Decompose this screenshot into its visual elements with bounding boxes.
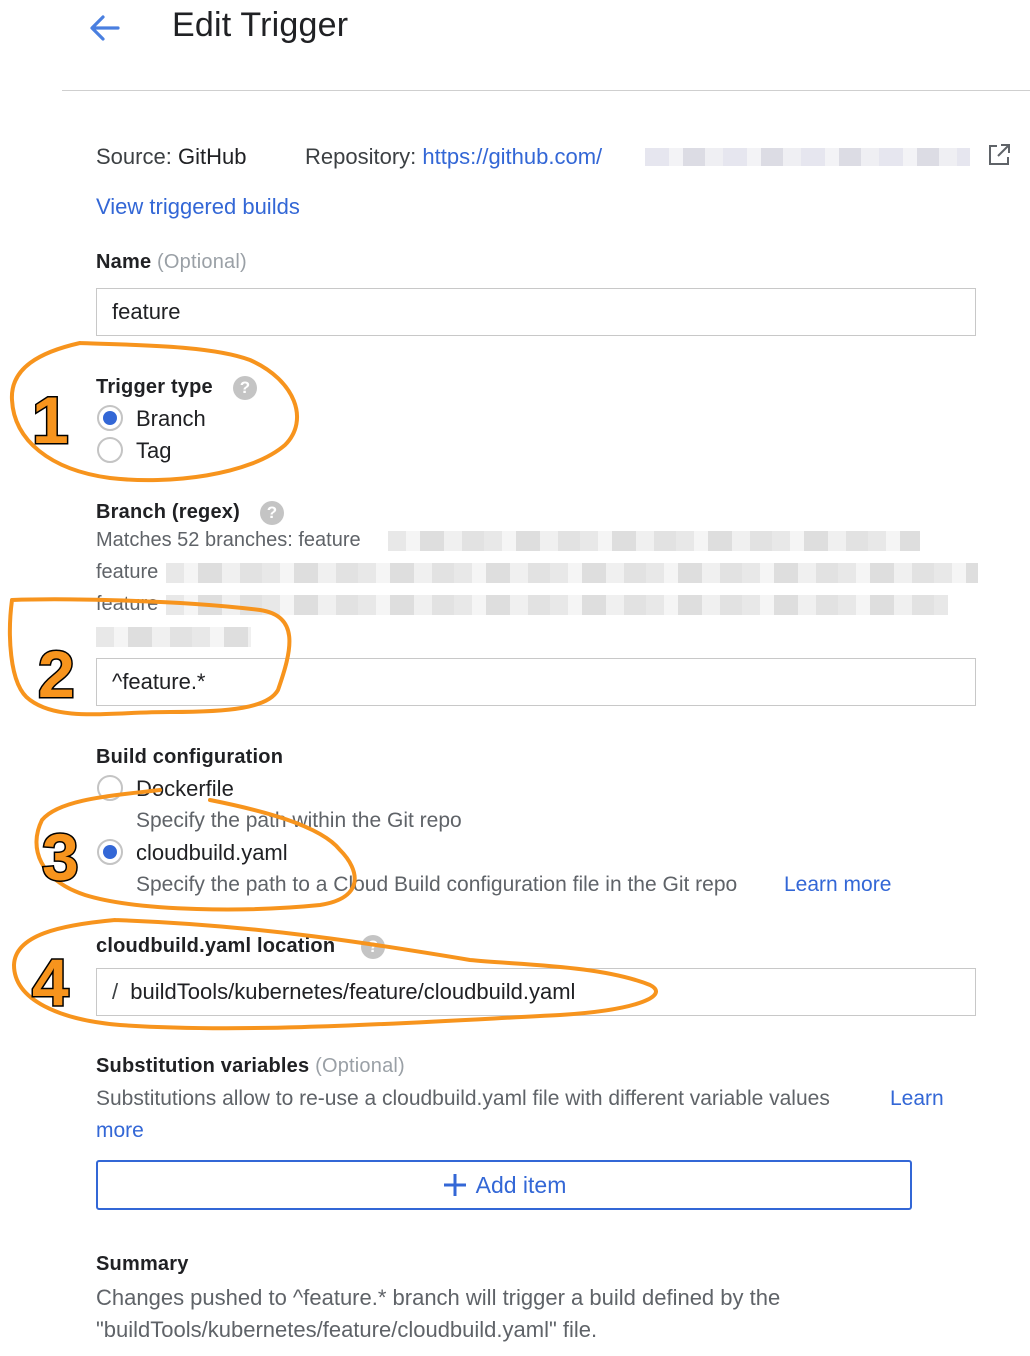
annotation-number-3: 3 xyxy=(42,820,79,894)
substitution-description: Substitutions allow to re-use a cloudbui… xyxy=(96,1087,830,1110)
back-button[interactable] xyxy=(84,10,124,46)
annotation-number-1: 1 xyxy=(32,383,69,457)
add-item-label: Add item xyxy=(475,1171,567,1198)
page-title: Edit Trigger xyxy=(172,6,349,44)
name-label: Name (Optional) xyxy=(96,251,247,274)
annotation-number-4: 4 xyxy=(32,945,69,1019)
cloudbuild-location-value: buildTools/kubernetes/feature/cloudbuild… xyxy=(130,979,576,1004)
open-in-new-icon xyxy=(989,144,1010,165)
source-label: Source: xyxy=(96,144,172,169)
summary-label: Summary xyxy=(96,1253,189,1275)
add-item-button[interactable]: Add item xyxy=(96,1160,912,1210)
open-external-button[interactable] xyxy=(986,142,1012,168)
substitution-optional: (Optional) xyxy=(315,1055,405,1077)
plus-icon xyxy=(443,1174,466,1196)
cloudbuild-location-input[interactable]: / buildTools/kubernetes/feature/cloudbui… xyxy=(96,968,976,1016)
cloudbuild-radio[interactable] xyxy=(97,839,123,865)
build-config-label: Build configuration xyxy=(96,746,284,768)
view-triggered-builds-link[interactable]: View triggered builds xyxy=(96,194,300,220)
branch-regex-label: Branch (regex) xyxy=(96,501,240,523)
branch-regex-help-icon[interactable]: ? xyxy=(260,501,284,525)
cloudbuild-description: Specify the path to a Cloud Build config… xyxy=(136,873,738,896)
name-label-text: Name xyxy=(96,251,152,273)
substitution-more-link[interactable]: more xyxy=(96,1119,144,1143)
substitution-learn-link[interactable]: Learn xyxy=(890,1087,944,1111)
repository-link[interactable]: https://github.com/ xyxy=(422,144,602,169)
header-divider xyxy=(62,90,1030,91)
redacted-branches-2 xyxy=(166,563,978,583)
branch-radio-label: Branch xyxy=(136,406,206,431)
source-info: Source: GitHub xyxy=(96,144,246,170)
name-optional: (Optional) xyxy=(157,251,247,273)
branch-radio[interactable] xyxy=(97,405,123,431)
cloudbuild-location-label: cloudbuild.yaml location xyxy=(96,935,336,957)
path-prefix: / xyxy=(112,979,119,1004)
branch-line-3: feature xyxy=(96,593,159,615)
cloudbuild-radio-label: cloudbuild.yaml xyxy=(136,840,288,865)
summary-line-2: "buildTools/kubernetes/feature/cloudbuil… xyxy=(96,1317,598,1342)
arrow-back-icon xyxy=(90,15,120,41)
name-input[interactable]: feature xyxy=(96,288,976,336)
branch-line-2: feature xyxy=(96,561,159,583)
redacted-branches-4 xyxy=(96,627,251,647)
branch-matches-text: Matches 52 branches: feature xyxy=(96,529,361,551)
annotation-number-2: 2 xyxy=(38,637,75,711)
trigger-type-label: Trigger type xyxy=(96,376,213,398)
redacted-branches-1 xyxy=(388,531,920,551)
source-value: GitHub xyxy=(177,144,247,169)
dockerfile-description: Specify the path within the Git repo xyxy=(136,809,462,832)
substitution-variables-label: Substitution variables (Optional) xyxy=(96,1055,405,1078)
redacted-branches-3 xyxy=(166,595,948,615)
redacted-repo-name xyxy=(645,148,970,166)
trigger-type-help-icon[interactable]: ? xyxy=(233,376,257,400)
summary-line-1: Changes pushed to ^feature.* branch will… xyxy=(96,1285,781,1310)
build-config-learn-more-link[interactable]: Learn more xyxy=(784,873,891,897)
dockerfile-radio[interactable] xyxy=(97,775,123,801)
tag-radio[interactable] xyxy=(97,437,123,463)
substitution-label-text: Substitution variables xyxy=(96,1055,310,1077)
cloudbuild-location-help-icon[interactable]: ? xyxy=(361,935,385,959)
repository-info: Repository: https://github.com/ xyxy=(305,144,602,170)
tag-radio-label: Tag xyxy=(136,438,172,463)
branch-regex-input[interactable]: ^feature.* xyxy=(96,658,976,706)
repository-label: Repository: xyxy=(305,144,417,169)
dockerfile-radio-label: Dockerfile xyxy=(136,776,234,801)
